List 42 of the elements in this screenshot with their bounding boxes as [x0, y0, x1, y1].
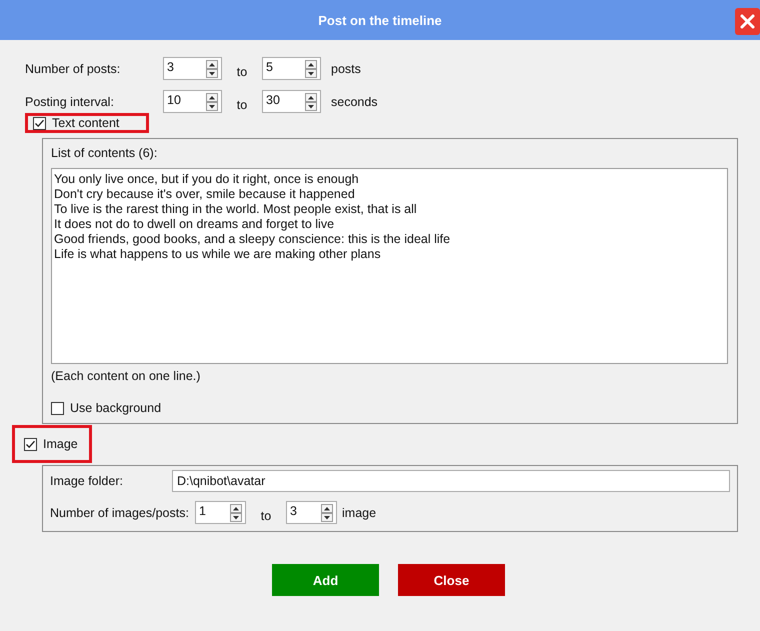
content-line: It does not do to dwell on dreams and forget to live [54, 217, 336, 232]
add-button[interactable]: Add [272, 564, 379, 596]
close-button[interactable]: Close [398, 564, 505, 596]
list-label: List of contents (6): [51, 146, 158, 160]
content-line: Good friends, good books, and a sleepy conscience: this is the ideal life [54, 232, 452, 247]
close-icon[interactable] [735, 8, 760, 35]
field-label: Number of images/posts: [50, 506, 190, 520]
window-title: Post on the timeline [318, 12, 442, 28]
checkbox-label: Use background [70, 401, 162, 415]
to-label: to [236, 98, 248, 112]
spinner-arrows-icon[interactable] [305, 60, 317, 78]
to-label: to [236, 64, 248, 78]
content-line: Don't cry because it's over, smile because it happened [54, 187, 356, 202]
unit-label: image [342, 506, 376, 520]
checkbox[interactable] [51, 402, 64, 414]
checkbox-label: Text content [52, 116, 120, 130]
spinner-arrows-icon[interactable] [206, 93, 218, 111]
field-label: Number of posts: [25, 62, 122, 76]
field-label: Image folder: [50, 474, 124, 488]
spinner-arrows-icon[interactable] [305, 93, 317, 111]
hint-text: (Each content on one line.) [51, 369, 202, 383]
content-line: Life is what happens to us while we are making other plans [54, 247, 382, 262]
checkbox-label: Image [43, 437, 78, 451]
number-field[interactable]: 5 [262, 57, 321, 80]
folder-field[interactable]: D:\qnibot\avatar [172, 470, 730, 492]
number-field[interactable]: 10 [163, 90, 222, 113]
spinner-arrows-icon[interactable] [230, 504, 242, 522]
unit-label: posts [331, 62, 361, 76]
unit-label: seconds [331, 94, 378, 108]
number-field[interactable]: 3 [286, 501, 337, 524]
checkbox[interactable] [24, 438, 37, 450]
spinner-arrows-icon[interactable] [206, 60, 218, 78]
checkbox[interactable] [33, 116, 46, 130]
content-line: You only live once, but if you do it right, once is enough [54, 172, 360, 187]
content-line: To live is the rarest thing in the world. Most people exist, that is all [54, 202, 418, 217]
to-label: to [260, 508, 272, 522]
number-field[interactable]: 3 [163, 57, 222, 80]
number-field[interactable]: 1 [195, 501, 246, 524]
content-list-field[interactable] [51, 168, 728, 364]
field-label: Posting interval: [25, 94, 115, 108]
number-field[interactable]: 30 [262, 90, 321, 113]
spinner-arrows-icon[interactable] [321, 504, 333, 522]
